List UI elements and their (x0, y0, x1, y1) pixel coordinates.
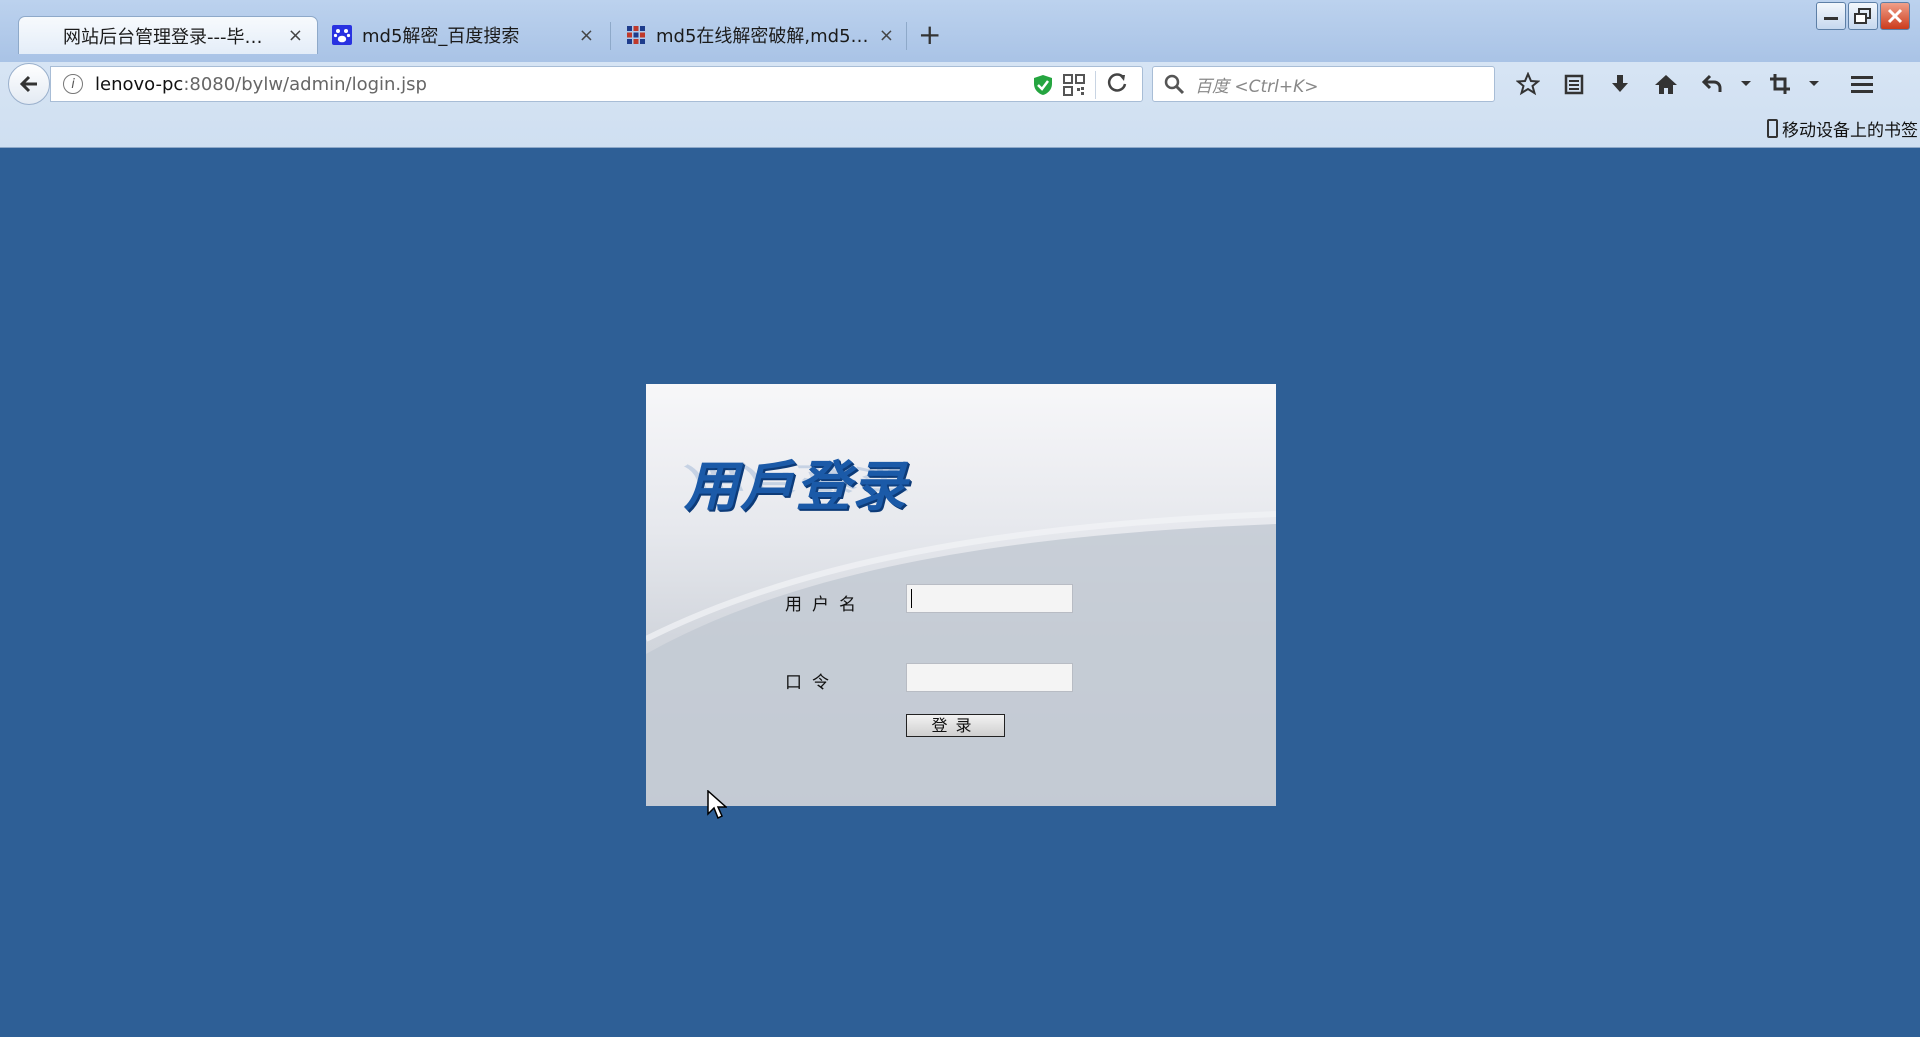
address-divider (1095, 71, 1096, 99)
minimize-button[interactable] (1816, 2, 1846, 30)
text-caret (911, 589, 912, 608)
browser-chrome: 网站后台管理登录---毕业论文... × md5解密_百度搜索 × md5在线解… (0, 0, 1920, 148)
close-icon[interactable]: × (288, 25, 303, 46)
downloads-button[interactable] (1597, 62, 1643, 106)
menu-button[interactable] (1839, 62, 1885, 106)
search-placeholder: 百度 <Ctrl+K> (1195, 76, 1319, 97)
undo-close-tab-button[interactable] (1689, 62, 1735, 106)
login-title-reflection: 用戶登录 (684, 460, 908, 495)
undo-dropdown-button[interactable] (1735, 62, 1757, 106)
tab-title: 网站后台管理登录---毕业论文... (63, 26, 278, 48)
close-icon[interactable]: × (579, 25, 594, 46)
username-label: 用户名 (785, 595, 866, 615)
navigation-toolbar: i lenovo-pc:8080/bylw/admin/login.jsp 百度… (0, 62, 1920, 106)
reload-icon[interactable] (1106, 71, 1128, 93)
chevron-down-icon (1809, 81, 1819, 86)
address-bar[interactable]: i lenovo-pc:8080/bylw/admin/login.jsp (50, 66, 1143, 102)
login-panel: 用戶登录 用戶登录 用户名 口令 登录 (646, 384, 1276, 806)
screenshot-button[interactable] (1757, 62, 1803, 106)
chevron-down-icon (1741, 81, 1751, 86)
screenshot-dropdown-button[interactable] (1803, 62, 1825, 106)
bookmark-label: 移动设备上的书签 (1782, 121, 1918, 141)
password-input[interactable] (906, 663, 1073, 692)
hamburger-menu-icon (1851, 76, 1873, 93)
home-icon (1655, 75, 1677, 94)
minimize-icon (1824, 17, 1838, 20)
restore-button[interactable] (1848, 2, 1878, 30)
undo-icon (1701, 74, 1722, 92)
new-tab-button[interactable]: + (918, 18, 941, 52)
qr-code-icon[interactable] (1063, 74, 1085, 96)
page-icon (33, 26, 53, 46)
search-bar[interactable]: 百度 <Ctrl+K> (1152, 66, 1495, 102)
mobile-phone-icon (1767, 119, 1778, 138)
bookmarks-menu-button[interactable] (1551, 62, 1597, 106)
login-button[interactable]: 登录 (906, 714, 1005, 737)
close-window-button[interactable] (1880, 2, 1910, 30)
star-icon (1516, 72, 1540, 96)
baidu-paw-icon (332, 25, 352, 45)
url-path: :8080/bylw/admin/login.jsp (183, 73, 427, 95)
password-label: 口令 (785, 673, 839, 693)
page-body: 用戶登录 用戶登录 用户名 口令 登录 (0, 149, 1920, 1037)
crop-icon (1770, 74, 1790, 94)
tab-separator (610, 22, 611, 50)
url-host: lenovo-pc (95, 73, 184, 95)
home-button[interactable] (1643, 62, 1689, 106)
back-arrow-icon (19, 75, 37, 93)
username-input[interactable] (906, 584, 1073, 613)
search-icon (1164, 74, 1185, 95)
download-arrow-icon (1612, 75, 1628, 92)
username-field-wrap (906, 584, 1073, 613)
mouse-cursor-icon (707, 790, 727, 820)
tab-strip: 网站后台管理登录---毕业论文... × md5解密_百度搜索 × md5在线解… (0, 0, 1920, 62)
tab-admin-login[interactable]: 网站后台管理登录---毕业论文... × (18, 16, 318, 54)
clipboard-icon (1564, 74, 1584, 95)
bookmark-mobile[interactable]: 移动设备上的书签 (1767, 116, 1918, 141)
grid-icon (627, 26, 645, 44)
tab-md5-baidu[interactable]: md5解密_百度搜索 × (318, 16, 608, 54)
back-button[interactable] (8, 63, 50, 105)
tab-md5-crack[interactable]: md5在线解密破解,md5解... × (612, 16, 908, 54)
toolbar-buttons (1505, 62, 1885, 106)
tab-title: md5解密_百度搜索 (362, 26, 520, 47)
bookmark-star-button[interactable] (1505, 62, 1551, 106)
close-icon[interactable]: × (879, 25, 894, 46)
security-shield-icon[interactable] (1033, 74, 1053, 96)
tab-separator (906, 22, 907, 50)
tab-title: md5在线解密破解,md5解... (656, 26, 869, 47)
restore-icon (1854, 8, 1871, 24)
site-info-icon[interactable]: i (63, 74, 83, 94)
window-controls (1814, 2, 1910, 32)
close-icon (1887, 8, 1903, 24)
